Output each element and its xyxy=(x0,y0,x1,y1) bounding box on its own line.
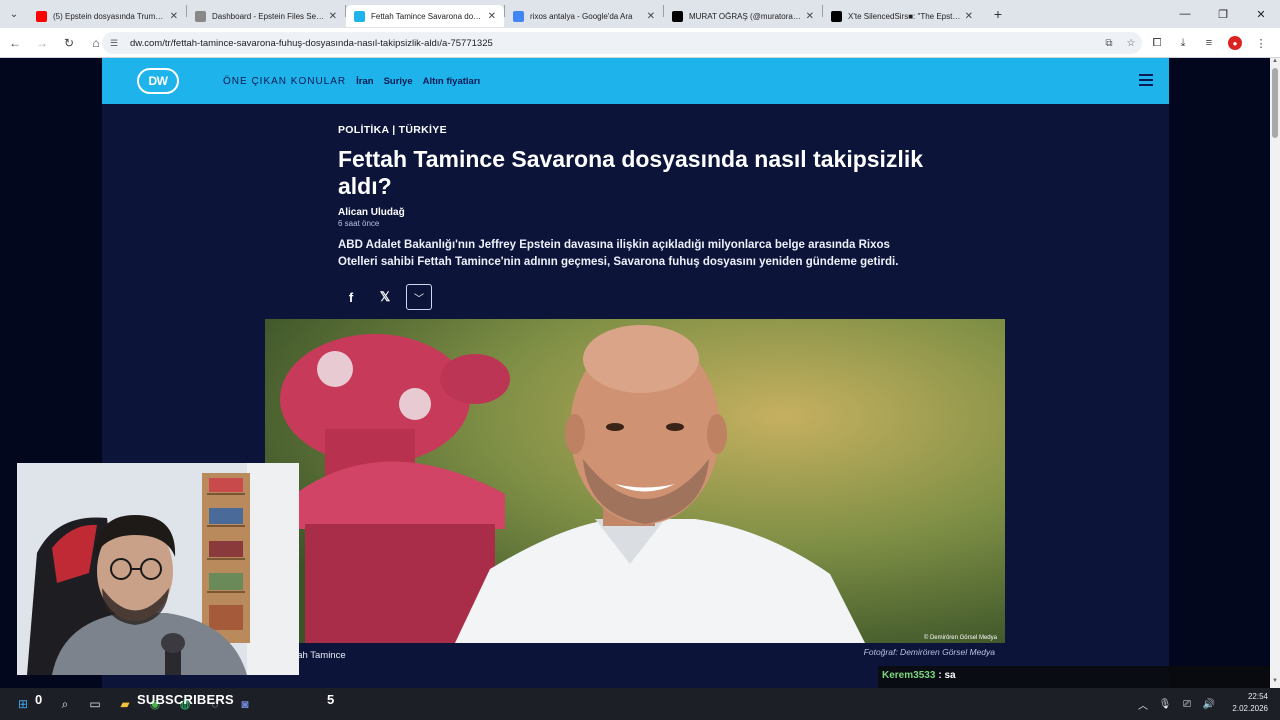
toolbar-actions: ⧠ ⤓ ≡ ● ⋮ xyxy=(1144,31,1274,55)
browser-tab[interactable]: Fettah Tamince Savarona dosya ✕ xyxy=(346,5,504,27)
windows-start-icon[interactable]: ⊞ xyxy=(8,692,38,716)
reload-icon[interactable]: ↻ xyxy=(57,31,81,55)
browser-tab[interactable]: Dashboard - Epstein Files Searc ✕ xyxy=(187,5,345,27)
task-view-icon[interactable]: ▭ xyxy=(80,692,110,716)
browser-toolbar: ← → ↻ ⌂ ☰ dw.com/tr/fettah-tamince-savar… xyxy=(0,28,1280,58)
bookmark-star-icon[interactable]: ☆ xyxy=(1120,38,1142,49)
scrollbar-thumb[interactable] xyxy=(1272,68,1278,138)
nav-featured-topics[interactable]: ÖNE ÇIKAN KONULAR xyxy=(223,76,346,87)
article-headline: Fettah Tamince Savarona dosyasında nasıl… xyxy=(338,146,924,199)
browser-tab[interactable]: rixos antalya - Google'da Ara ✕ xyxy=(505,5,663,27)
back-icon[interactable]: ← xyxy=(3,31,27,55)
tab-strip: ⌄ (5) Epstein dosyasında Trump ic ✕ Dashbo… xyxy=(0,0,1280,28)
photo-watermark: © Demirören Görsel Medya xyxy=(924,634,998,641)
youtube-icon xyxy=(36,10,47,22)
tab-title: rixos antalya - Google'da Ara xyxy=(530,11,633,21)
article-kicker[interactable]: POLİTİKA | TÜRKİYE xyxy=(338,124,938,136)
tab-close-icon[interactable]: ✕ xyxy=(965,11,973,22)
tab-search-icon[interactable]: ⌄ xyxy=(0,0,28,28)
browser-tab[interactable]: (5) Epstein dosyasında Trump ic ✕ xyxy=(28,5,186,27)
dw-icon xyxy=(354,10,365,22)
x-icon xyxy=(831,10,842,22)
new-tab-button[interactable]: + xyxy=(987,3,1009,25)
article-header: POLİTİKA | TÜRKİYE Fettah Tamince Savaro… xyxy=(338,124,938,310)
profile-avatar-icon[interactable]: ● xyxy=(1228,36,1242,50)
photo-credit: Fotoğraf: Demirören Görsel Medya xyxy=(863,647,995,657)
clock-date: 2.02.2026 xyxy=(1232,704,1268,713)
address-bar[interactable]: ☰ dw.com/tr/fettah-tamince-savarona-fuhu… xyxy=(102,32,1142,54)
nav-link-iran[interactable]: İran xyxy=(356,76,373,87)
system-tray: ︿ 🎙 ⎚ 🔊 xyxy=(1132,690,1220,718)
browser-menu-icon[interactable]: ⋮ xyxy=(1248,31,1274,55)
minimize-icon[interactable]: — xyxy=(1166,0,1204,28)
scroll-up-arrow-icon[interactable]: ▲ xyxy=(1270,58,1280,68)
browser-tab[interactable]: X'te SilencedSirs■: "The Epstein ✕ xyxy=(823,5,981,27)
share-bar: f 𝕏 ﹀ xyxy=(338,284,938,310)
browser-tab[interactable]: MURAT OĞRAŞ (@muratoras) / ✕ xyxy=(664,5,822,27)
nav-link-suriye[interactable]: Suriye xyxy=(384,76,413,87)
subscribers-count: 5 xyxy=(327,692,335,707)
restore-icon[interactable]: ❐ xyxy=(1204,0,1242,28)
counter-left: 0 xyxy=(35,692,43,707)
reading-list-icon[interactable]: ≡ xyxy=(1196,31,1222,55)
site-header: DW ÖNE ÇIKAN KONULAR İran Suriye Altın f… xyxy=(102,58,1169,104)
tab-close-icon[interactable]: ✕ xyxy=(806,11,814,22)
tab-title: X'te SilencedSirs■: "The Epstein xyxy=(848,11,961,21)
install-app-icon[interactable]: ⧉ xyxy=(1098,38,1120,49)
tab-close-icon[interactable]: ✕ xyxy=(329,11,337,22)
url-text[interactable]: dw.com/tr/fettah-tamince-savarona-fuhuş-… xyxy=(130,38,1098,49)
article-author[interactable]: Alican Uludağ xyxy=(338,207,938,218)
dw-logo[interactable]: DW xyxy=(137,68,179,94)
tabs-container: (5) Epstein dosyasında Trump ic ✕ Dashboar… xyxy=(28,1,981,27)
google-icon xyxy=(513,10,524,22)
chat-text: sa xyxy=(944,669,956,681)
taskbar-clock[interactable]: 22:54 2.02.2026 xyxy=(1232,691,1268,715)
webcam-feed-illustration xyxy=(17,463,299,675)
facebook-icon[interactable]: f xyxy=(338,284,364,310)
article-photo[interactable]: © Demirören Görsel Medya xyxy=(265,319,1005,643)
downloads-icon[interactable]: ⤓ xyxy=(1170,31,1196,55)
tab-close-icon[interactable]: ✕ xyxy=(488,11,496,22)
tray-chevron-up-icon[interactable]: ︿ xyxy=(1132,690,1154,718)
chat-username: Kerem3533 xyxy=(882,669,936,681)
close-window-icon[interactable]: ✕ xyxy=(1242,0,1280,28)
tab-title: (5) Epstein dosyasında Trump ic xyxy=(53,11,166,21)
tab-title: MURAT OĞRAŞ (@muratoras) / xyxy=(689,11,802,21)
search-icon[interactable]: ⌕ xyxy=(50,692,80,716)
clock-time: 22:54 xyxy=(1247,692,1268,701)
article-time: 6 saat önce xyxy=(338,219,380,228)
webcam-overlay xyxy=(17,463,299,675)
x-icon[interactable]: 𝕏 xyxy=(372,284,398,310)
article-photo-illustration: © Demirören Görsel Medya xyxy=(265,319,1005,643)
forward-icon[interactable]: → xyxy=(30,31,54,55)
chat-message: Kerem3533 : sa xyxy=(882,669,956,681)
microphone-icon[interactable]: 🎙 xyxy=(1154,690,1176,718)
network-icon[interactable]: ⎚ xyxy=(1176,690,1198,718)
globe-icon xyxy=(195,10,206,22)
subscribers-label: SUBSCRIBERS xyxy=(137,692,234,707)
site-info-icon[interactable]: ☰ xyxy=(110,38,124,49)
volume-icon[interactable]: 🔊 xyxy=(1198,690,1220,718)
x-icon xyxy=(672,10,683,22)
tab-close-icon[interactable]: ✕ xyxy=(647,11,655,22)
window-controls: — ❐ ✕ xyxy=(1166,0,1280,28)
article-lead: ABD Adalet Bakanlığı'nın Jeffrey Epstein… xyxy=(338,239,899,268)
scroll-down-arrow-icon[interactable]: ▼ xyxy=(1270,678,1280,688)
tab-title: Fettah Tamince Savarona dosya xyxy=(371,11,484,21)
tab-title: Dashboard - Epstein Files Searc xyxy=(212,11,325,21)
tab-close-icon[interactable]: ✕ xyxy=(170,11,178,22)
discord-icon[interactable]: ◙ xyxy=(230,692,260,716)
page-scrollbar[interactable]: ▲ ▼ xyxy=(1270,58,1280,688)
hamburger-menu-icon[interactable] xyxy=(1139,74,1153,86)
extensions-icon[interactable]: ⧠ xyxy=(1144,31,1170,55)
file-explorer-icon[interactable]: ▰ xyxy=(110,692,140,716)
nav-link-altin-fiyatlari[interactable]: Altın fiyatları xyxy=(423,76,481,87)
share-more-chevron-icon[interactable]: ﹀ xyxy=(406,284,432,310)
site-nav: ÖNE ÇIKAN KONULAR İran Suriye Altın fiya… xyxy=(223,76,490,87)
